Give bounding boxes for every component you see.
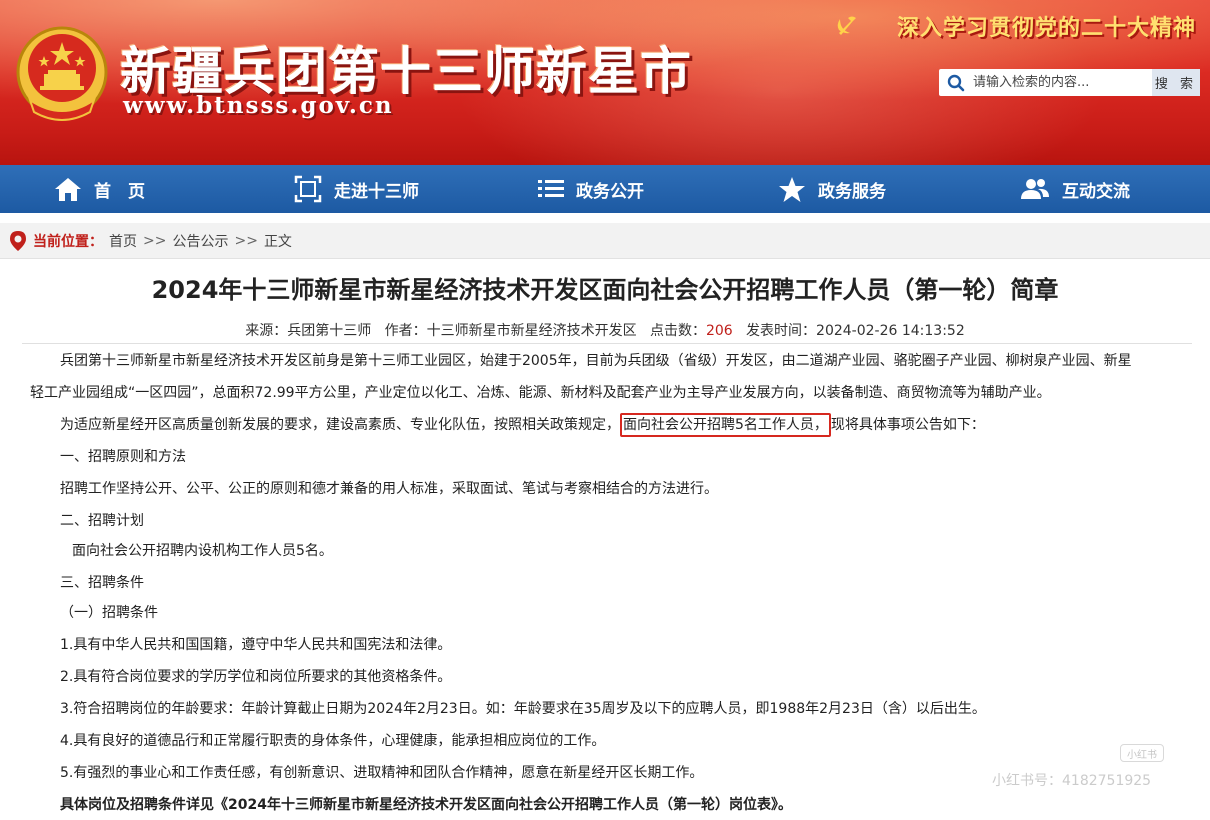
paragraph-intro-line1: 兵团第十三师新星市新星经济技术开发区前身是第十三师工业园区，始建于2005年，目… xyxy=(60,353,1132,369)
breadcrumb-separator: >> xyxy=(143,232,167,249)
meta-source-label: 来源： xyxy=(245,323,288,339)
nav-item-label: 首 页 xyxy=(94,181,145,202)
star-icon xyxy=(779,176,805,202)
watermark-text: 小红书号：4182751925 xyxy=(992,773,1152,789)
nav-item-gov-info[interactable]: 政务公开 xyxy=(538,165,644,213)
meta-date: 2024-02-26 14:13:52 xyxy=(816,323,965,339)
site-banner: 新疆兵团第十三师新星市 www.btnsss.gov.cn 深入学习贯彻党的二十… xyxy=(0,0,1210,165)
subsection-heading-conditions: （一）招聘条件 xyxy=(60,605,158,621)
watermark-logo: 小红书 xyxy=(1120,744,1164,762)
meta-source: 兵团第十三师 xyxy=(287,323,372,339)
section-text-principles: 招聘工作坚持公开、公平、公正的原则和德才兼备的用人标准，采取面试、笔试与考察相结… xyxy=(60,481,718,497)
breadcrumb-notices[interactable]: 公告公示 xyxy=(172,231,228,251)
search-box: 搜 索 xyxy=(939,69,1200,96)
position-table-note: 具体岗位及招聘条件详见《2024年十三师新星市新星经济技术开发区面向社会公开招聘… xyxy=(60,797,792,813)
nav-item-home[interactable]: 首 页 xyxy=(54,165,145,213)
main-nav: 首 页 走进十三师 政务公开 政务服务 互动交流 xyxy=(0,165,1210,213)
section-text-plan: 面向社会公开招聘内设机构工作人员5名。 xyxy=(72,543,333,559)
highlighted-recruitment-count: 面向社会公开招聘5名工作人员， xyxy=(620,413,831,437)
meta-author: 十三师新星市新星经济技术开发区 xyxy=(426,323,637,339)
nav-item-about[interactable]: 走进十三师 xyxy=(294,165,419,213)
paragraph-purpose: 为适应新星经开区高质量创新发展的要求，建设高素质、专业化队伍，按照相关政策规定，… xyxy=(60,410,1200,440)
meta-author-label: 作者： xyxy=(384,323,427,339)
condition-item-1: 1.具有中华人民共和国国籍，遵守中华人民共和国宪法和法律。 xyxy=(60,637,452,653)
section-heading-principles: 一、招聘原则和方法 xyxy=(60,449,186,465)
meta-hits: 206 xyxy=(705,323,733,339)
national-emblem-icon xyxy=(16,26,108,121)
search-input[interactable] xyxy=(973,70,1143,95)
users-icon xyxy=(1021,179,1049,199)
nav-item-interaction[interactable]: 互动交流 xyxy=(1020,165,1130,213)
breadcrumb-separator: >> xyxy=(234,232,258,249)
condition-item-3: 3.符合招聘岗位的年龄要求：年龄计算截止日期为2024年2月23日。如：年龄要求… xyxy=(60,701,986,717)
party-emblem-icon xyxy=(837,16,856,35)
breadcrumb-home[interactable]: 首页 xyxy=(109,231,137,251)
frame-icon xyxy=(294,175,322,203)
article-title: 2024年十三师新星市新星经济技术开发区面向社会公开招聘工作人员（第一轮）简章 xyxy=(151,276,1059,304)
condition-item-4: 4.具有良好的道德品行和正常履行职责的身体条件，心理健康，能承担相应岗位的工作。 xyxy=(60,733,606,749)
breadcrumb-label: 当前位置： xyxy=(33,233,103,250)
paragraph-intro-line2: 轻工产业园组成“一区四园”，总面积72.99平方公里，产业定位以化工、冶炼、能源… xyxy=(30,385,1051,401)
nav-item-label: 政务服务 xyxy=(818,181,886,202)
location-pin-icon xyxy=(10,230,26,251)
nav-item-label: 互动交流 xyxy=(1062,181,1130,202)
meta-date-label: 发表时间： xyxy=(746,323,817,339)
breadcrumb-current: 正文 xyxy=(263,233,292,250)
nav-item-label: 政务公开 xyxy=(576,181,644,202)
slogan: 深入学习贯彻党的二十大精神 xyxy=(896,15,1196,41)
article-meta: 来源：兵团第十三师 作者：十三师新星市新星经济技术开发区 点击数：206 发表时… xyxy=(0,320,1210,340)
section-heading-conditions: 三、招聘条件 xyxy=(60,575,144,591)
home-icon xyxy=(55,178,81,201)
condition-item-2: 2.具有符合岗位要求的学历学位和岗位所要求的其他资格条件。 xyxy=(60,669,452,685)
nav-item-label: 走进十三师 xyxy=(334,181,419,202)
site-url: www.btnsss.gov.cn xyxy=(123,92,394,119)
breadcrumb: 当前位置： 首页 >> 公告公示 >> 正文 xyxy=(0,223,1210,259)
search-icon[interactable] xyxy=(939,69,973,96)
nav-item-gov-service[interactable]: 政务服务 xyxy=(778,165,886,213)
purpose-text: 为适应新星经开区高质量创新发展的要求，建设高素质、专业化队伍，按照相关政策规定， xyxy=(60,417,620,433)
list-icon xyxy=(538,180,564,197)
meta-hits-label: 点击数： xyxy=(649,323,706,339)
section-heading-plan: 二、招聘计划 xyxy=(60,513,144,529)
purpose-text-tail: 现将具体事项公告如下： xyxy=(830,417,985,433)
search-button[interactable]: 搜 索 xyxy=(1152,69,1200,96)
meta-divider xyxy=(22,343,1192,344)
